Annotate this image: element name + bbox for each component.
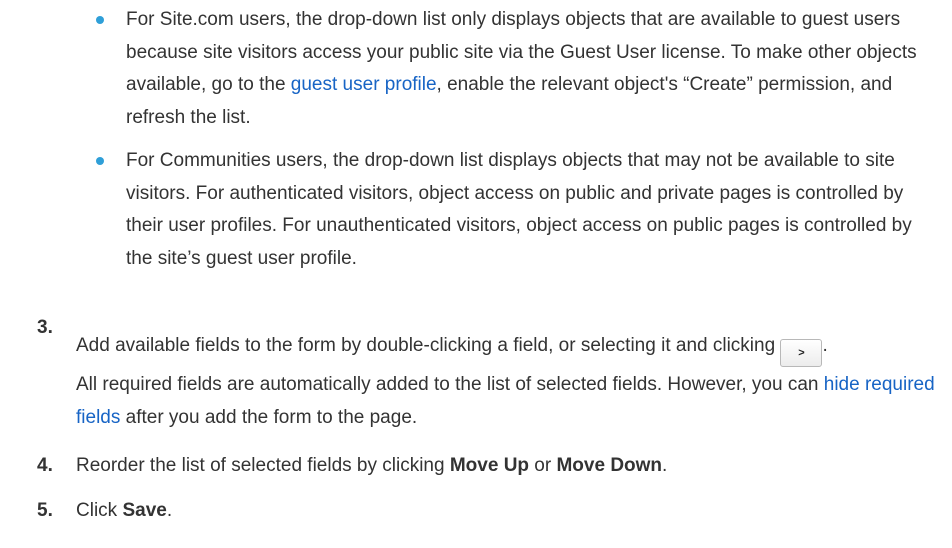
period: . xyxy=(166,500,173,521)
step-number: 3. xyxy=(37,317,53,338)
bullet-text: For Communities users, the drop-down lis… xyxy=(126,150,912,269)
list-item: For Communities users, the drop-down lis… xyxy=(92,145,942,275)
step-text: Click Save. xyxy=(76,495,942,528)
save-label: Save xyxy=(122,500,167,521)
step-3-note: All required fields are automatically ad… xyxy=(76,369,942,434)
period: . xyxy=(662,455,668,476)
guest-user-profile-link[interactable]: guest user profile xyxy=(291,74,437,95)
move-up-label: Move Up xyxy=(449,455,530,476)
step-4-text: Reorder the list of selected fields by c… xyxy=(76,455,450,476)
step-text: Reorder the list of selected fields by c… xyxy=(76,450,942,483)
list-item: For Site.com users, the drop-down list o… xyxy=(92,4,942,134)
bullet-icon xyxy=(96,157,104,165)
step-text: Add available fields to the form by doub… xyxy=(76,330,942,434)
step-4-or: or xyxy=(529,455,557,476)
move-down-label: Move Down xyxy=(556,455,663,476)
step-number: 4. xyxy=(37,455,53,476)
bullet-list: For Site.com users, the drop-down list o… xyxy=(92,4,942,286)
step-number: 5. xyxy=(37,500,53,521)
step-5-text: Click xyxy=(76,500,123,521)
note-text-after: after you add the form to the page. xyxy=(120,406,418,428)
add-field-button[interactable]: > xyxy=(780,339,823,367)
period: . xyxy=(822,335,828,356)
note-text: All required fields are automatically ad… xyxy=(76,374,824,395)
bullet-icon xyxy=(96,16,104,24)
step-3-instruction: Add available fields to the form by doub… xyxy=(76,335,776,356)
